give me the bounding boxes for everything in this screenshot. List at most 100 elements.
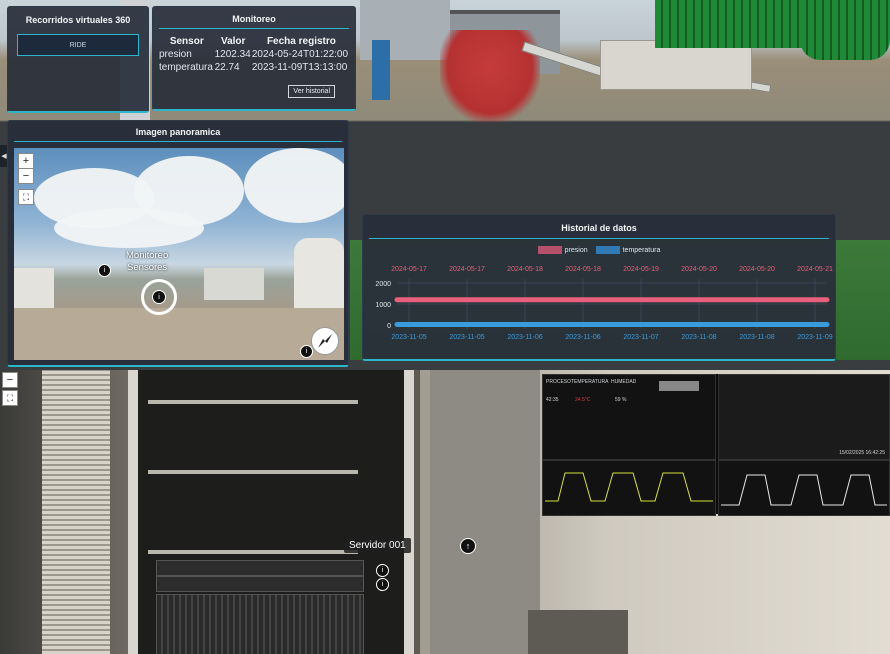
panel-title: Monitoreo (232, 14, 276, 24)
hotspot-label-line2: Sensores (127, 262, 168, 273)
virtual-tours-panel: Recorridos virtuales 360 RIDE (7, 6, 149, 113)
view-history-button[interactable]: Ver historial (288, 85, 335, 98)
rack-shelf (148, 470, 358, 474)
sensor-cell: presion (159, 49, 192, 60)
x-tick-label-top: 2024-05-18 (507, 266, 543, 273)
server-rack (128, 370, 414, 654)
sensor-table: Sensor Valor Fecha registro presion 1202… (159, 35, 351, 74)
hotspot-label: Monitoreo Sensores (126, 250, 168, 274)
y-tick-label: 2000 (375, 281, 391, 288)
second-rack (430, 370, 540, 654)
legend-swatch (595, 246, 620, 254)
fullscreen-icon[interactable]: ⛶ (2, 390, 18, 406)
zoom-out-button[interactable]: − (2, 372, 18, 388)
x-tick-label-bottom: 2023-11-07 (623, 334, 658, 341)
y-tick-label: 0 (387, 323, 391, 330)
server-room-panorama[interactable]: PROCESO TEMPERATURA HUMEDAD 42:35 24.5°C… (0, 370, 890, 654)
ride-button[interactable]: RIDE (17, 34, 139, 56)
title-divider (14, 141, 342, 142)
desk (528, 610, 628, 654)
monitoring-panel: Monitoreo Sensor Valor Fecha registro pr… (152, 6, 356, 111)
trend-screen (718, 460, 890, 516)
tv-timestamp: 15/02/2025 16:42:25 (839, 450, 885, 456)
info-icon: i (152, 290, 166, 304)
tv-value: 42:35 (546, 397, 559, 403)
server-unit (156, 576, 364, 592)
column-header-sensor: Sensor (169, 36, 204, 47)
table-header-row: Sensor Valor Fecha registro (159, 35, 351, 48)
x-tick-label-top: 2024-05-20 (739, 266, 775, 273)
x-tick-label-top: 2024-05-21 (797, 266, 833, 273)
y-tick-label: 1000 (375, 302, 391, 309)
fullscreen-icon[interactable]: ⛶ (18, 189, 34, 205)
rack-shelf (148, 400, 358, 404)
navigate-arrow-icon[interactable]: ↑ (460, 538, 476, 554)
tank (204, 268, 264, 300)
panel-title: Recorridos virtuales 360 (25, 15, 131, 25)
info-hotspot[interactable]: i (98, 264, 111, 277)
server-hotspot-label: Servidor 001 (344, 538, 411, 553)
legend-label: presion (564, 246, 588, 254)
info-hotspot[interactable]: i (376, 564, 389, 577)
x-tick-label-bottom: 2023-11-08 (681, 334, 716, 341)
compass-icon[interactable] (311, 327, 339, 355)
date-cell: 2023-11-09T13:13:00 (251, 62, 348, 73)
panel-title: Historial de datos (561, 223, 637, 233)
tv-value: 59 % (615, 397, 627, 403)
panel-title: Imagen panoramica (135, 127, 221, 137)
yellow-trend-chart (545, 472, 713, 502)
tv-header: HUMEDAD (611, 379, 637, 385)
cloud (244, 148, 344, 223)
data-history-panel: Historial de datos presion temperatura 2… (362, 214, 836, 361)
cctv-screen: 15/02/2025 16:42:25 (718, 374, 890, 460)
x-tick-label-bottom: 2023-11-08 (739, 334, 774, 341)
x-tick-label-bottom: 2023-11-05 (391, 334, 426, 341)
table-row: temperatura 22.74 2023-11-09T13:13:00 (159, 61, 351, 74)
dashboard-screen: PROCESO TEMPERATURA HUMEDAD 42:35 24.5°C… (542, 374, 716, 460)
x-tick-label-top: 2024-05-18 (565, 266, 601, 273)
legend-swatch (537, 246, 562, 254)
sensor-cell: temperatura (159, 62, 213, 73)
title-divider (159, 28, 349, 29)
column-header-fecha: Fecha registro (266, 36, 336, 47)
title-divider (369, 238, 829, 239)
white-trend-chart (721, 474, 887, 506)
chart-legend: presion temperatura (363, 246, 835, 254)
server-unit (156, 594, 364, 654)
x-tick-label-bottom: 2023-11-05 (449, 334, 484, 341)
server-unit (156, 560, 364, 576)
table-row: presion 1202.34 2024-05-24T01:22:00 (159, 48, 351, 61)
tv-header: PROCESO (546, 379, 572, 385)
panorama-panel: Imagen panoramica + − ⛶ i Monitoreo Sens… (7, 120, 349, 367)
x-tick-label-top: 2024-05-17 (449, 266, 485, 273)
panorama-viewer[interactable]: + − ⛶ i Monitoreo Sensores i i (14, 148, 344, 360)
value-cell: 22.74 (214, 62, 240, 73)
x-tick-label-top: 2024-05-20 (681, 266, 717, 273)
zoom-out-button[interactable]: − (18, 168, 34, 184)
tv-button (659, 381, 699, 391)
hotspot-label-line1: Monitoreo (126, 250, 169, 261)
trend-screen (542, 460, 716, 516)
monitor-wall: PROCESO TEMPERATURA HUMEDAD 42:35 24.5°C… (542, 374, 890, 516)
legend-item-presion[interactable]: presion (537, 246, 588, 254)
x-tick-label-bottom: 2023-11-09 (797, 334, 832, 341)
info-hotspot[interactable]: i (376, 578, 389, 591)
history-chart: 2000 1000 0 2024-05-17 2024-05-17 2024-05-18 2… (375, 266, 833, 341)
ground (14, 308, 344, 360)
date-cell: 2024-05-24T01:22:00 (251, 49, 349, 60)
legend-item-temperatura[interactable]: temperatura (595, 246, 660, 254)
x-tick-label-bottom: 2023-11-06 (565, 334, 600, 341)
tank (294, 238, 344, 308)
x-tick-label-top: 2024-05-17 (391, 266, 427, 273)
column-header-valor: Valor (220, 36, 246, 47)
tv-header: TEMPERATURA (571, 379, 609, 385)
window-blinds (42, 370, 110, 654)
cloud (54, 208, 204, 248)
building (14, 268, 54, 308)
zoom-in-button[interactable]: + (18, 153, 34, 169)
green-tank (800, 0, 890, 60)
tv-value: 24.5°C (575, 397, 591, 403)
sensor-monitoring-hotspot[interactable]: i (141, 279, 177, 315)
green-tank (655, 0, 805, 48)
value-cell: 1202.34 (214, 49, 251, 60)
